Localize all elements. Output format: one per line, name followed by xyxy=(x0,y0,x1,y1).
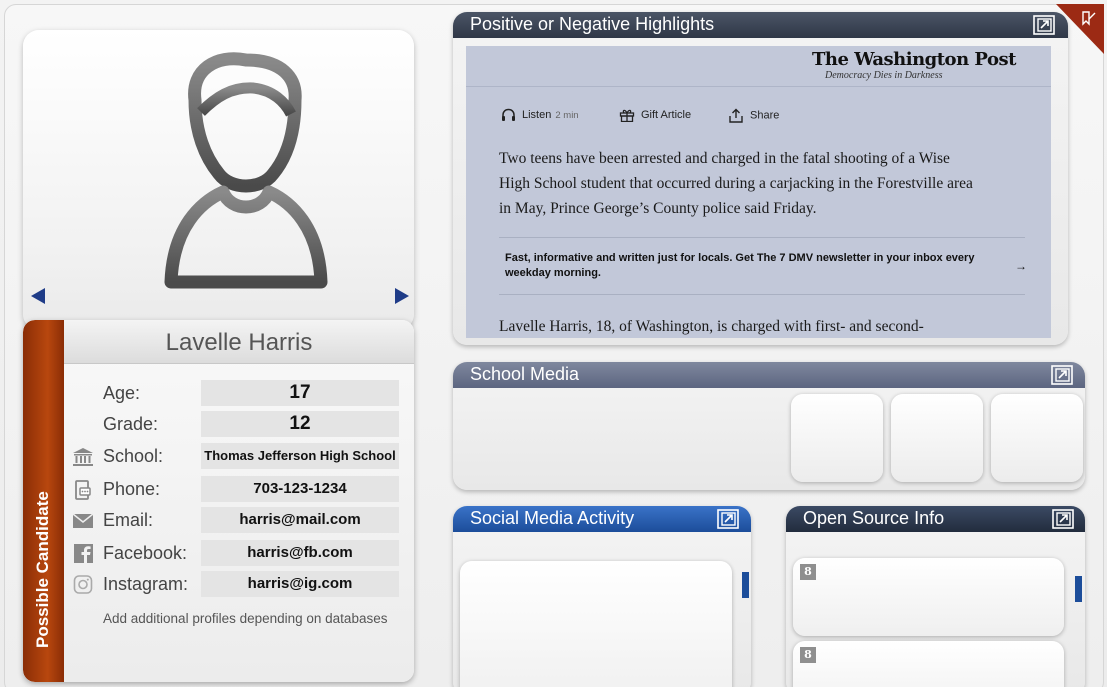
open-source-info-title: Open Source Info xyxy=(803,508,945,528)
grade-value: 12 xyxy=(201,411,399,437)
listen-label: Listen xyxy=(522,108,552,121)
headphones-icon xyxy=(502,108,515,121)
field-row-email: Email: harris@mail.com xyxy=(64,507,414,533)
expand-icon[interactable] xyxy=(717,509,739,529)
phone-value: 703-123-1234 xyxy=(201,476,399,502)
additional-profiles-note: Add additional profiles depending on dat… xyxy=(103,611,388,626)
school-value: Thomas Jefferson High School xyxy=(201,443,399,469)
facebook-label: Facebook: xyxy=(103,543,188,563)
instagram-icon xyxy=(73,575,93,594)
school-media-header: School Media xyxy=(453,362,1085,388)
next-photo-arrow[interactable] xyxy=(395,288,409,304)
expand-icon[interactable] xyxy=(1052,509,1074,529)
share-button[interactable]: Share xyxy=(728,108,779,123)
social-media-panel: Social Media Activity xyxy=(453,506,751,687)
envelope-icon xyxy=(72,513,94,528)
instagram-label: Instagram: xyxy=(103,574,189,594)
media-thumbnail[interactable] xyxy=(891,394,983,482)
news-article-screenshot[interactable]: The Washington Post Democracy Dies in Da… xyxy=(466,46,1051,338)
facebook-icon xyxy=(74,544,93,563)
chevron-right-icon: → xyxy=(1015,259,1027,273)
scrollbar-thumb[interactable] xyxy=(742,572,749,598)
candidate-info-card: Possible Candidate Lavelle Harris Age: 1… xyxy=(23,320,414,682)
open-source-info-panel: Open Source Info 8 8 xyxy=(786,506,1085,687)
social-media-header: Social Media Activity xyxy=(453,506,751,532)
email-value: harris@mail.com xyxy=(201,507,399,533)
school-media-title: School Media xyxy=(470,364,580,384)
article-lead-paragraph: Two teens have been arrested and charged… xyxy=(499,150,973,217)
bookmark-corner-icon[interactable] xyxy=(1052,4,1104,54)
source-result-card[interactable]: 8 xyxy=(793,558,1064,636)
highlights-panel: Positive or Negative Highlights The Wash… xyxy=(453,12,1068,345)
school-media-panel: School Media xyxy=(453,362,1085,490)
gift-article-button[interactable]: Gift Article xyxy=(619,108,691,122)
candidate-name: Lavelle Harris xyxy=(64,320,414,364)
field-row-age: Age: 17 xyxy=(64,380,414,406)
share-label: Share xyxy=(750,109,780,122)
email-label: Email: xyxy=(103,510,154,530)
gift-icon xyxy=(619,109,635,122)
google-plus-icon: 8 xyxy=(800,564,816,580)
candidate-photo-card xyxy=(23,30,414,330)
school-label: School: xyxy=(103,446,164,466)
school-building-icon xyxy=(73,448,93,466)
age-value: 17 xyxy=(201,380,399,406)
age-label: Age: xyxy=(103,383,141,403)
candidate-status-tab: Possible Candidate xyxy=(23,320,64,682)
listen-duration: 2 min xyxy=(555,109,579,121)
google-plus-icon: 8 xyxy=(800,647,816,663)
article-masthead: The Washington Post Democracy Dies in Da… xyxy=(466,46,1051,87)
media-thumbnail[interactable] xyxy=(791,394,883,482)
highlights-title: Positive or Negative Highlights xyxy=(470,14,715,34)
newsletter-text: Fast, informative and written just for l… xyxy=(505,252,975,279)
instagram-value: harris@ig.com xyxy=(201,571,399,597)
scrollbar-thumb[interactable] xyxy=(1075,576,1082,602)
field-row-school: School: Thomas Jefferson High School xyxy=(64,443,414,469)
field-row-grade: Grade: 12 xyxy=(64,411,414,437)
highlights-header: Positive or Negative Highlights xyxy=(453,12,1068,38)
newsletter-promo[interactable]: Fast, informative and written just for l… xyxy=(499,237,1027,295)
publication-name: The Washington Post xyxy=(812,49,1016,70)
social-post-card[interactable] xyxy=(460,561,732,687)
facebook-value: harris@fb.com xyxy=(201,540,399,566)
previous-photo-arrow[interactable] xyxy=(31,288,45,304)
share-icon xyxy=(729,108,743,123)
field-row-facebook: Facebook: harris@fb.com xyxy=(64,540,414,566)
source-result-card[interactable]: 8 xyxy=(793,641,1064,687)
field-row-phone: Phone: 703-123-1234 xyxy=(64,476,414,502)
field-row-instagram: Instagram: harris@ig.com xyxy=(64,571,414,597)
social-media-title: Social Media Activity xyxy=(470,508,635,528)
open-source-info-header: Open Source Info xyxy=(786,506,1085,532)
gift-article-label: Gift Article xyxy=(641,108,692,121)
article-next-line: Lavelle Harris, 18, of Washington, is ch… xyxy=(499,318,924,335)
phone-label: Phone: xyxy=(103,479,161,499)
phone-icon xyxy=(75,480,91,500)
candidate-status-label: Possible Candidate xyxy=(33,491,52,648)
media-thumbnail[interactable] xyxy=(991,394,1083,482)
expand-icon[interactable] xyxy=(1051,365,1073,385)
person-placeholder-icon xyxy=(164,52,328,289)
listen-button[interactable]: Listen 2 min xyxy=(501,108,579,122)
grade-label: Grade: xyxy=(103,414,159,434)
publication-tagline: Democracy Dies in Darkness xyxy=(825,70,943,81)
